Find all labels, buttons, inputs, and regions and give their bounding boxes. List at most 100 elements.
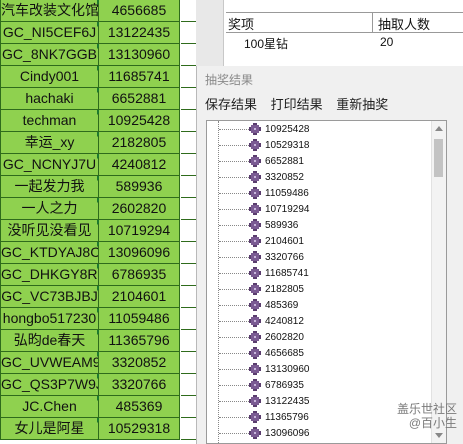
username-cell[interactable]: techman [0, 110, 99, 132]
sheet-row[interactable]: 一起发力我 589936 [0, 176, 196, 198]
empty-cell[interactable] [181, 22, 196, 44]
user-id-cell[interactable]: 3320852 [99, 352, 180, 374]
result-tree-item[interactable]: 11685741 [207, 266, 435, 281]
sheet-row[interactable]: GC_QS3P7W9J 3320766 [0, 374, 196, 396]
result-tree-item[interactable]: 485369 [207, 298, 435, 313]
save-result-button[interactable]: 保存结果 [205, 97, 257, 112]
sheet-row[interactable]: JC.Chen 485369 [0, 396, 196, 418]
result-tree-item[interactable]: 2602820 [207, 330, 435, 345]
result-tree-item[interactable]: 3320766 [207, 250, 435, 265]
username-cell[interactable]: JC.Chen [0, 396, 99, 418]
empty-cell[interactable] [181, 396, 196, 418]
username-cell[interactable]: 一人之力 [0, 198, 99, 220]
empty-cell[interactable] [181, 242, 196, 264]
empty-cell[interactable] [181, 330, 196, 352]
result-tree-item[interactable]: 4240812 [207, 314, 435, 329]
empty-cell[interactable] [181, 264, 196, 286]
sheet-row[interactable]: 弘昀de春天 11365796 [0, 330, 196, 352]
result-tree-item[interactable]: 10925428 [207, 122, 435, 137]
username-cell[interactable]: hachaki [0, 88, 99, 110]
empty-cell[interactable] [181, 66, 196, 88]
redraw-button[interactable]: 重新抽奖 [336, 97, 388, 112]
empty-cell[interactable] [181, 154, 196, 176]
sheet-row[interactable]: GC_DHKGY8RK 6786935 [0, 264, 196, 286]
print-result-button[interactable]: 打印结果 [271, 97, 323, 112]
sheet-row[interactable]: GC_KTDYAJ8C 13096096 [0, 242, 196, 264]
username-cell[interactable]: Cindy001 [0, 66, 99, 88]
empty-cell[interactable] [181, 286, 196, 308]
scroll-down-icon[interactable] [435, 433, 443, 438]
username-cell[interactable]: GC_NI5CEF6J [0, 22, 99, 44]
user-id-cell[interactable]: 13130960 [99, 44, 180, 66]
user-id-cell[interactable]: 589936 [99, 176, 180, 198]
user-id-cell[interactable]: 485369 [99, 396, 180, 418]
username-cell[interactable]: 女儿是阿星 [0, 418, 99, 440]
sheet-row[interactable]: GC_NCNYJ7U 4240812 [0, 154, 196, 176]
user-id-cell[interactable]: 13096096 [99, 242, 180, 264]
sheet-row[interactable]: 幸运_xy 2182805 [0, 132, 196, 154]
user-id-cell[interactable]: 10925428 [99, 110, 180, 132]
sheet-row[interactable]: Cindy001 11685741 [0, 66, 196, 88]
empty-cell[interactable] [181, 0, 196, 22]
result-tree-item[interactable]: 6786935 [207, 378, 435, 393]
sheet-row[interactable]: hachaki 6652881 [0, 88, 196, 110]
user-id-cell[interactable]: 11685741 [99, 66, 180, 88]
result-tree-item[interactable]: 2182805 [207, 282, 435, 297]
result-tree-item[interactable]: 6652881 [207, 154, 435, 169]
sheet-row[interactable]: GC_VC73BJBJ 2104601 [0, 286, 196, 308]
empty-cell[interactable] [181, 88, 196, 110]
empty-cell[interactable] [181, 352, 196, 374]
user-id-cell[interactable]: 4656685 [99, 0, 180, 22]
sheet-row[interactable]: 汽车改装文化馆 4656685 [0, 0, 196, 22]
empty-cell[interactable] [181, 110, 196, 132]
username-cell[interactable]: GC_KTDYAJ8C [0, 242, 99, 264]
username-cell[interactable]: GC_UVWEAM9 [0, 352, 99, 374]
sheet-row[interactable]: 没听见没看见 10719294 [0, 220, 196, 242]
empty-cell[interactable] [181, 44, 196, 66]
result-tree-item[interactable]: 589936 [207, 218, 435, 233]
empty-cell[interactable] [181, 220, 196, 242]
empty-cell[interactable] [181, 374, 196, 396]
scroll-thumb[interactable] [434, 139, 443, 177]
sheet-row[interactable]: GC_8NK7GGB 13130960 [0, 44, 196, 66]
username-cell[interactable]: 弘昀de春天 [0, 330, 99, 352]
username-cell[interactable]: GC_8NK7GGB [0, 44, 99, 66]
username-cell[interactable]: GC_VC73BJBJ [0, 286, 99, 308]
result-tree-item[interactable]: 4656685 [207, 346, 435, 361]
user-id-cell[interactable]: 10529318 [99, 418, 180, 440]
result-tree-item[interactable]: 3320852 [207, 170, 435, 185]
empty-cell[interactable] [181, 176, 196, 198]
user-id-cell[interactable]: 2182805 [99, 132, 180, 154]
user-id-cell[interactable]: 6652881 [99, 88, 180, 110]
user-id-cell[interactable]: 6786935 [99, 264, 180, 286]
result-tree-item[interactable]: 2104601 [207, 234, 435, 249]
sheet-row[interactable]: 女儿是阿星 10529318 [0, 418, 196, 440]
username-cell[interactable]: 幸运_xy [0, 132, 99, 154]
empty-cell[interactable] [181, 198, 196, 220]
user-id-cell[interactable]: 4240812 [99, 154, 180, 176]
user-id-cell[interactable]: 11365796 [99, 330, 180, 352]
sheet-row[interactable]: techman 10925428 [0, 110, 196, 132]
sheet-row[interactable]: hongbo517230 11059486 [0, 308, 196, 330]
username-cell[interactable]: hongbo517230 [0, 308, 99, 330]
empty-cell[interactable] [181, 132, 196, 154]
result-tree-item[interactable]: 13130960 [207, 362, 435, 377]
user-id-cell[interactable]: 10719294 [99, 220, 180, 242]
username-cell[interactable]: GC_DHKGY8RK [0, 264, 99, 286]
result-tree[interactable]: 10925428 10529318 6652881 3320852 11059486 10… [206, 120, 447, 444]
sheet-row[interactable]: GC_UVWEAM9 3320852 [0, 352, 196, 374]
username-cell[interactable]: 一起发力我 [0, 176, 99, 198]
user-id-cell[interactable]: 2104601 [99, 286, 180, 308]
user-id-cell[interactable]: 2602820 [99, 198, 180, 220]
username-cell[interactable]: GC_QS3P7W9J [0, 374, 99, 396]
empty-cell[interactable] [181, 308, 196, 330]
scroll-up-icon[interactable] [435, 126, 443, 131]
empty-cell[interactable] [181, 418, 196, 440]
result-tree-item[interactable]: 10719294 [207, 202, 435, 217]
prize-table-row[interactable]: 100星钻 20 [226, 32, 463, 52]
result-tree-item[interactable]: 10529318 [207, 138, 435, 153]
username-cell[interactable]: 没听见没看见 [0, 220, 99, 242]
result-tree-item[interactable]: 11059486 [207, 186, 435, 201]
sheet-row[interactable]: 一人之力 2602820 [0, 198, 196, 220]
username-cell[interactable]: GC_NCNYJ7U [0, 154, 99, 176]
